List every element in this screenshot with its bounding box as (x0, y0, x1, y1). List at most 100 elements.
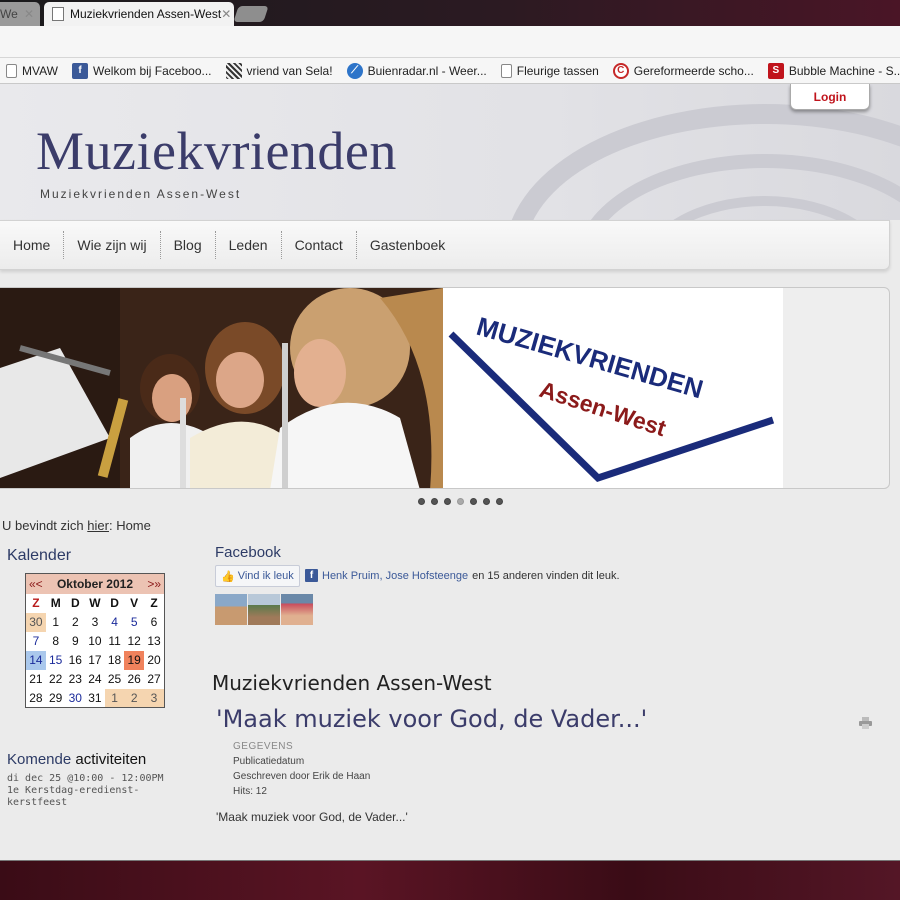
calendar-day: 21 (29, 672, 43, 686)
slider-dot[interactable] (470, 498, 477, 505)
calendar-day: 28 (29, 690, 43, 705)
weekday-label: V (130, 596, 139, 610)
close-icon[interactable]: ✕ (221, 7, 231, 21)
logo-pane: MUZIEKVRIENDEN Assen-West (443, 288, 783, 488)
facebook-avatar[interactable] (281, 594, 313, 625)
buienradar-icon: ⟋ (346, 62, 363, 79)
calendar-day: 3 (91, 615, 99, 629)
bookmark-label: Buienradar.nl - Weer... (367, 63, 487, 78)
slider-dots (418, 498, 503, 505)
breadcrumb-prefix: U bevindt zich (2, 518, 84, 533)
bookmark-label: Fleurige tassen (516, 63, 599, 78)
facebook-icon: f (305, 569, 318, 582)
bookmark-facebook[interactable]: f Welkom bij Faceboo... (72, 62, 212, 79)
calendar-day-event[interactable]: 15 (46, 651, 66, 670)
facebook-friends[interactable]: Henk Pruim, Jose Hofsteenge (322, 570, 468, 582)
slider-dot[interactable] (431, 498, 438, 505)
calendar-prev-button[interactable]: «< (29, 577, 43, 591)
calendar-day: 26 (127, 672, 141, 686)
slider-dot[interactable] (418, 498, 425, 505)
details-label: GEGEVENS (233, 741, 294, 752)
slider-dot-active[interactable] (457, 498, 464, 505)
nav-item-home[interactable]: Home (0, 231, 65, 259)
calendar-day: 23 (68, 672, 82, 686)
facebook-like-button[interactable]: 👍 Vind ik leuk (215, 565, 300, 587)
browser-tab-active[interactable]: Muziekvrienden Assen-West ✕ (44, 2, 234, 26)
calendar-day: 24 (88, 672, 102, 686)
new-tab-button[interactable] (233, 6, 269, 22)
calendar-day: 20 (147, 653, 161, 667)
grid-icon (225, 62, 242, 79)
facebook-icon: f (72, 62, 88, 79)
browser-tab-inactive[interactable]: We ✕ (0, 2, 40, 26)
calendar-next-button[interactable]: >» (147, 577, 161, 591)
nav-item-contact[interactable]: Contact (282, 231, 357, 259)
breadcrumb-link[interactable]: hier (87, 518, 109, 533)
slider-dot[interactable] (483, 498, 490, 505)
bookmark-fleurige[interactable]: Fleurige tassen (500, 63, 599, 78)
article-title[interactable]: 'Maak muziek voor God, de Vader...' (216, 705, 647, 733)
login-button[interactable]: Login (790, 84, 870, 110)
weekday-label: W (89, 596, 101, 610)
bookmark-vriend[interactable]: vriend van Sela! (225, 62, 333, 79)
site-title[interactable]: Muziekvrienden (36, 120, 397, 182)
calendar-day-today[interactable]: 19 (124, 650, 144, 670)
s-logo-icon: S (767, 62, 784, 79)
calendar-day-event[interactable]: 5 (124, 613, 144, 632)
calendar-day: 2 (124, 688, 144, 708)
print-icon[interactable] (859, 717, 872, 729)
page-icon (52, 7, 64, 21)
bookmark-label: vriend van Sela! (246, 63, 333, 78)
calendar-day: 6 (150, 615, 158, 629)
bookmark-mvaw[interactable]: MVAW (6, 63, 58, 78)
calendar-day: 1 (104, 688, 125, 708)
bookmark-buienradar[interactable]: ⟋ Buienradar.nl - Weer... (346, 62, 487, 79)
calendar-day-selected[interactable]: 14 (25, 650, 46, 670)
weekday-label: D (110, 596, 119, 610)
slider-dot[interactable] (496, 498, 503, 505)
calendar-day-event[interactable]: 30 (66, 689, 86, 708)
bookmark-gereformeerde[interactable]: C Gereformeerde scho... (612, 62, 754, 79)
activities-heading-part2: activiteiten (75, 751, 147, 768)
nav-item-gastenboek[interactable]: Gastenboek (357, 231, 459, 259)
calendar-day: 18 (107, 653, 122, 667)
calendar-day: 22 (49, 672, 63, 686)
facebook-avatar[interactable] (215, 594, 247, 625)
like-label: Vind ik leuk (237, 570, 294, 582)
muziekvrienden-logo: MUZIEKVRIENDEN Assen-West (448, 311, 775, 482)
calendar-heading: Kalender (7, 547, 72, 564)
calendar-day: 9 (71, 634, 79, 648)
main-nav: Home Wie zijn wij Blog Leden Contact Gas… (0, 220, 890, 270)
calendar-day-event[interactable]: 4 (105, 613, 125, 632)
bookmark-bubble[interactable]: S Bubble Machine - S... (767, 62, 900, 79)
activity-title[interactable]: 1e Kerstdag-eredienst-kerstfeest (7, 785, 157, 809)
bookmark-label: MVAW (22, 63, 58, 78)
activities-heading: Komende activiteiten (7, 751, 146, 768)
close-icon[interactable]: ✕ (24, 7, 34, 21)
nav-item-leden[interactable]: Leden (216, 231, 282, 259)
tab-label: We (0, 7, 18, 21)
weekday-label: M (50, 596, 61, 610)
browser-tabstrip: We ✕ Muziekvrienden Assen-West ✕ (0, 0, 900, 26)
band-photo-illustration (0, 288, 443, 488)
bookmark-label: Welkom bij Faceboo... (93, 63, 212, 78)
calendar-day: 12 (127, 634, 141, 648)
nav-item-blog[interactable]: Blog (161, 231, 216, 259)
author-label: Geschreven door Erik de Haan (233, 771, 371, 782)
calendar-day: 30 (25, 612, 46, 632)
site-subtitle: Muziekvrienden Assen-West (40, 187, 242, 201)
calendar-day: 2 (71, 615, 79, 629)
band-photo (0, 288, 443, 488)
calendar-day: 11 (108, 634, 121, 648)
nav-item-wie-zijn-wij[interactable]: Wie zijn wij (64, 231, 161, 259)
facebook-others: en 15 anderen vinden dit leuk. (472, 569, 620, 582)
page-icon (500, 63, 512, 78)
calendar-day: 31 (88, 690, 102, 705)
calendar-day: 10 (88, 634, 102, 648)
calendar-day-event[interactable]: 7 (26, 632, 46, 651)
slider-dot[interactable] (444, 498, 451, 505)
hits-label: Hits: 12 (233, 786, 267, 797)
facebook-avatar[interactable] (248, 594, 280, 625)
image-slider[interactable]: MUZIEKVRIENDEN Assen-West (0, 287, 890, 489)
activity-date: di dec 25 @10:00 - 12:00PM (7, 773, 164, 784)
